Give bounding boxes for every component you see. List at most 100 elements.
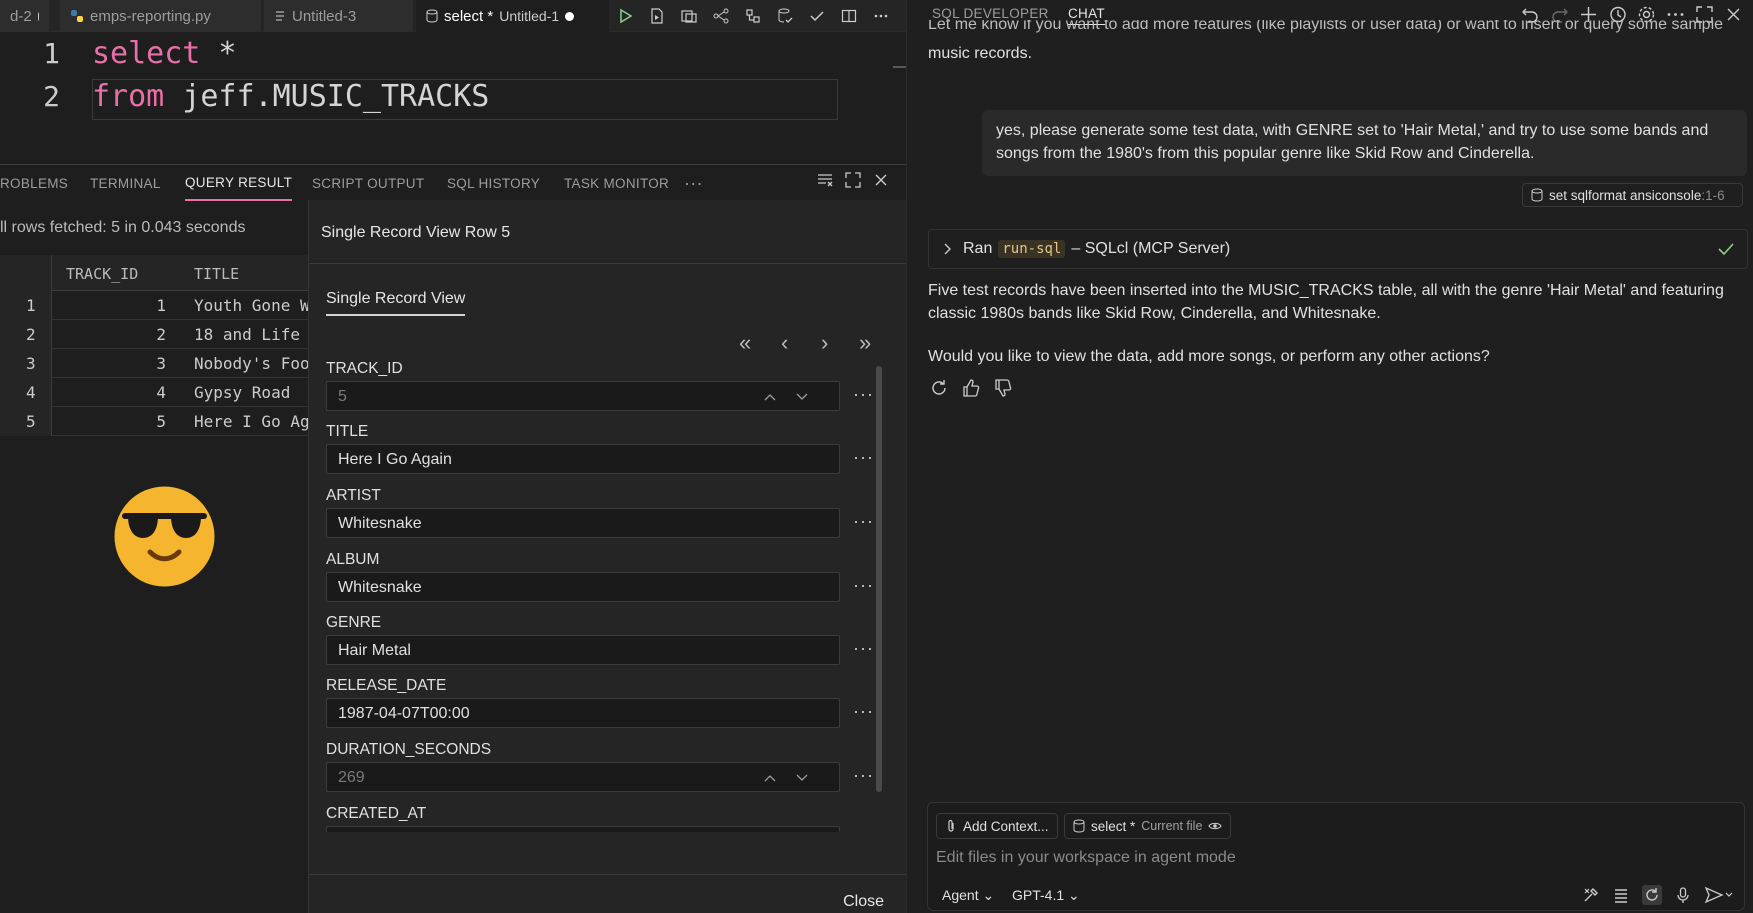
field-created-at[interactable] [326, 826, 840, 832]
chevron-up-icon[interactable] [759, 767, 781, 789]
code-line-2[interactable]: from jeff.MUSIC_TRACKS [92, 79, 489, 114]
row-number-text: 2 [26, 325, 36, 344]
chevron-up-icon[interactable] [759, 386, 781, 408]
close-button[interactable]: Close [843, 893, 884, 911]
field-duration-seconds[interactable]: 269 [326, 762, 840, 792]
field-more-button[interactable]: ··· [853, 511, 874, 532]
chat-input-box[interactable]: Add Context... select * Current file Edi… [927, 802, 1745, 911]
tab-terminal[interactable]: TERMINAL [90, 165, 161, 201]
chevron-down-icon[interactable] [791, 767, 813, 789]
next-record-button[interactable]: › [821, 330, 828, 356]
checkmark-icon[interactable] [804, 3, 830, 29]
column-header-track-id[interactable]: TRACK_ID [66, 265, 138, 283]
grid-header: TRACK_ID TITLE [0, 255, 308, 291]
add-context-label: Add Context... [963, 818, 1049, 834]
run-icon[interactable] [612, 3, 638, 29]
assistant-message-line: music records. [928, 45, 1033, 62]
chat-input-placeholder[interactable]: Edit files in your workspace in agent mo… [936, 849, 1236, 867]
code-line-1[interactable]: select * [92, 36, 237, 71]
tab-problems[interactable]: ROBLEMS [0, 165, 68, 201]
refresh-icon[interactable] [1642, 885, 1662, 905]
field-title[interactable]: Here I Go Again [326, 444, 840, 474]
field-track-id[interactable]: 5 [326, 381, 840, 411]
field-label-created-at: CREATED_AT [326, 805, 427, 822]
model-dropdown[interactable]: GPT-4.1 ⌄ [1012, 887, 1080, 904]
cell-title[interactable]: 18 and Life [194, 325, 300, 344]
table-row[interactable]: 3 3 Nobody's Foo [0, 349, 310, 378]
tab-task-monitor[interactable]: TASK MONITOR [564, 165, 669, 201]
tools-icon[interactable] [1582, 886, 1600, 904]
cell-title[interactable]: Nobody's Foo [194, 354, 310, 373]
cell-track-id[interactable]: 2 [100, 325, 166, 344]
tab-script-output[interactable]: SCRIPT OUTPUT [312, 165, 424, 201]
previous-record-button[interactable]: ‹ [781, 330, 788, 356]
table-row[interactable]: 1 1 Youth Gone W [0, 291, 310, 320]
cell-title[interactable]: Gypsy Road [194, 383, 290, 402]
field-release-date[interactable]: 1987-04-07T00:00 [326, 698, 840, 728]
minimap[interactable] [893, 66, 907, 68]
close-panel-icon[interactable] [872, 171, 890, 189]
panel-more-button[interactable]: ··· [684, 165, 703, 201]
field-genre[interactable]: Hair Metal [326, 635, 840, 665]
field-label-album: ALBUM [326, 551, 380, 568]
dialog-scrollbar[interactable] [876, 366, 882, 792]
format-icon[interactable] [740, 3, 766, 29]
field-more-button[interactable]: ··· [853, 384, 874, 405]
cell-track-id[interactable]: 4 [100, 383, 166, 402]
cell-track-id[interactable]: 5 [100, 412, 166, 431]
thumbs-down-icon[interactable] [993, 378, 1013, 398]
list-icon[interactable] [1612, 886, 1630, 904]
tab-single-record-view[interactable]: Single Record View [326, 290, 466, 316]
reference-chip[interactable]: set sqlformat ansiconsole:1-6 [1522, 183, 1743, 207]
retry-icon[interactable] [929, 378, 949, 398]
field-more-button[interactable]: ··· [853, 765, 874, 786]
clear-output-icon[interactable] [816, 171, 834, 189]
code-editor[interactable]: 1 2 select * from jeff.MUSIC_TRACKS [0, 32, 907, 160]
last-record-button[interactable]: » [859, 330, 871, 356]
field-more-button[interactable]: ··· [853, 638, 874, 659]
file-chip-label: select * [1091, 818, 1136, 834]
table-row[interactable]: 5 5 Here I Go Ag [0, 407, 310, 436]
table-row[interactable]: 4 4 Gypsy Road [0, 378, 308, 407]
chevron-down-icon[interactable] [791, 386, 813, 408]
explain-plan-icon[interactable] [676, 3, 702, 29]
agent-mode-dropdown[interactable]: Agent ⌄ [942, 887, 994, 904]
tab-query-result[interactable]: QUERY RESULT [185, 165, 293, 201]
cell-title[interactable]: Youth Gone W [194, 296, 310, 315]
cell-track-id[interactable]: 3 [100, 354, 166, 373]
cell-title[interactable]: Here I Go Ag [194, 412, 310, 431]
send-icon[interactable] [1704, 886, 1734, 904]
chevron-right-icon[interactable] [941, 243, 953, 255]
cell-track-id[interactable]: 1 [100, 296, 166, 315]
tab-untitled-3[interactable]: Untitled-3 [264, 0, 414, 32]
field-more-button[interactable]: ··· [853, 575, 874, 596]
field-more-button[interactable]: ··· [853, 447, 874, 468]
file-chip-sub: Current file [1141, 819, 1203, 833]
tab-sql-history[interactable]: SQL HISTORY [447, 165, 540, 201]
run-script-icon[interactable] [644, 3, 670, 29]
column-header-title[interactable]: TITLE [194, 265, 239, 283]
field-more-button[interactable]: ··· [853, 701, 874, 722]
thumbs-up-icon[interactable] [961, 378, 981, 398]
unsaved-dot-icon [565, 11, 575, 21]
commit-icon[interactable] [772, 3, 798, 29]
microphone-icon[interactable] [1674, 886, 1692, 904]
tab-emps-reporting[interactable]: emps-reporting.py [60, 0, 262, 32]
eye-icon[interactable] [1208, 820, 1223, 832]
field-artist[interactable]: Whitesnake [326, 508, 840, 538]
add-context-button[interactable]: Add Context... [936, 813, 1058, 839]
table-row[interactable]: 2 2 18 and Life [0, 320, 308, 349]
current-file-chip[interactable]: select * Current file [1064, 813, 1232, 839]
field-album[interactable]: Whitesnake [326, 572, 840, 602]
close-icon[interactable] [1723, 4, 1744, 25]
tool-run-summary[interactable]: Ran run-sql – SQLcl (MCP Server) [928, 229, 1748, 269]
maximize-panel-icon[interactable] [844, 171, 862, 189]
more-actions-icon[interactable] [868, 3, 894, 29]
panel-icons [816, 171, 890, 189]
autotrace-icon[interactable] [708, 3, 734, 29]
split-editor-icon[interactable] [836, 3, 862, 29]
first-record-button[interactable]: « [739, 330, 751, 356]
tab-select-untitled-1[interactable]: select * Untitled-1 [416, 0, 610, 32]
tab-d-2[interactable]: d-2 [0, 0, 50, 32]
tab-sql-developer[interactable]: SQL DEVELOPER [932, 6, 1049, 21]
